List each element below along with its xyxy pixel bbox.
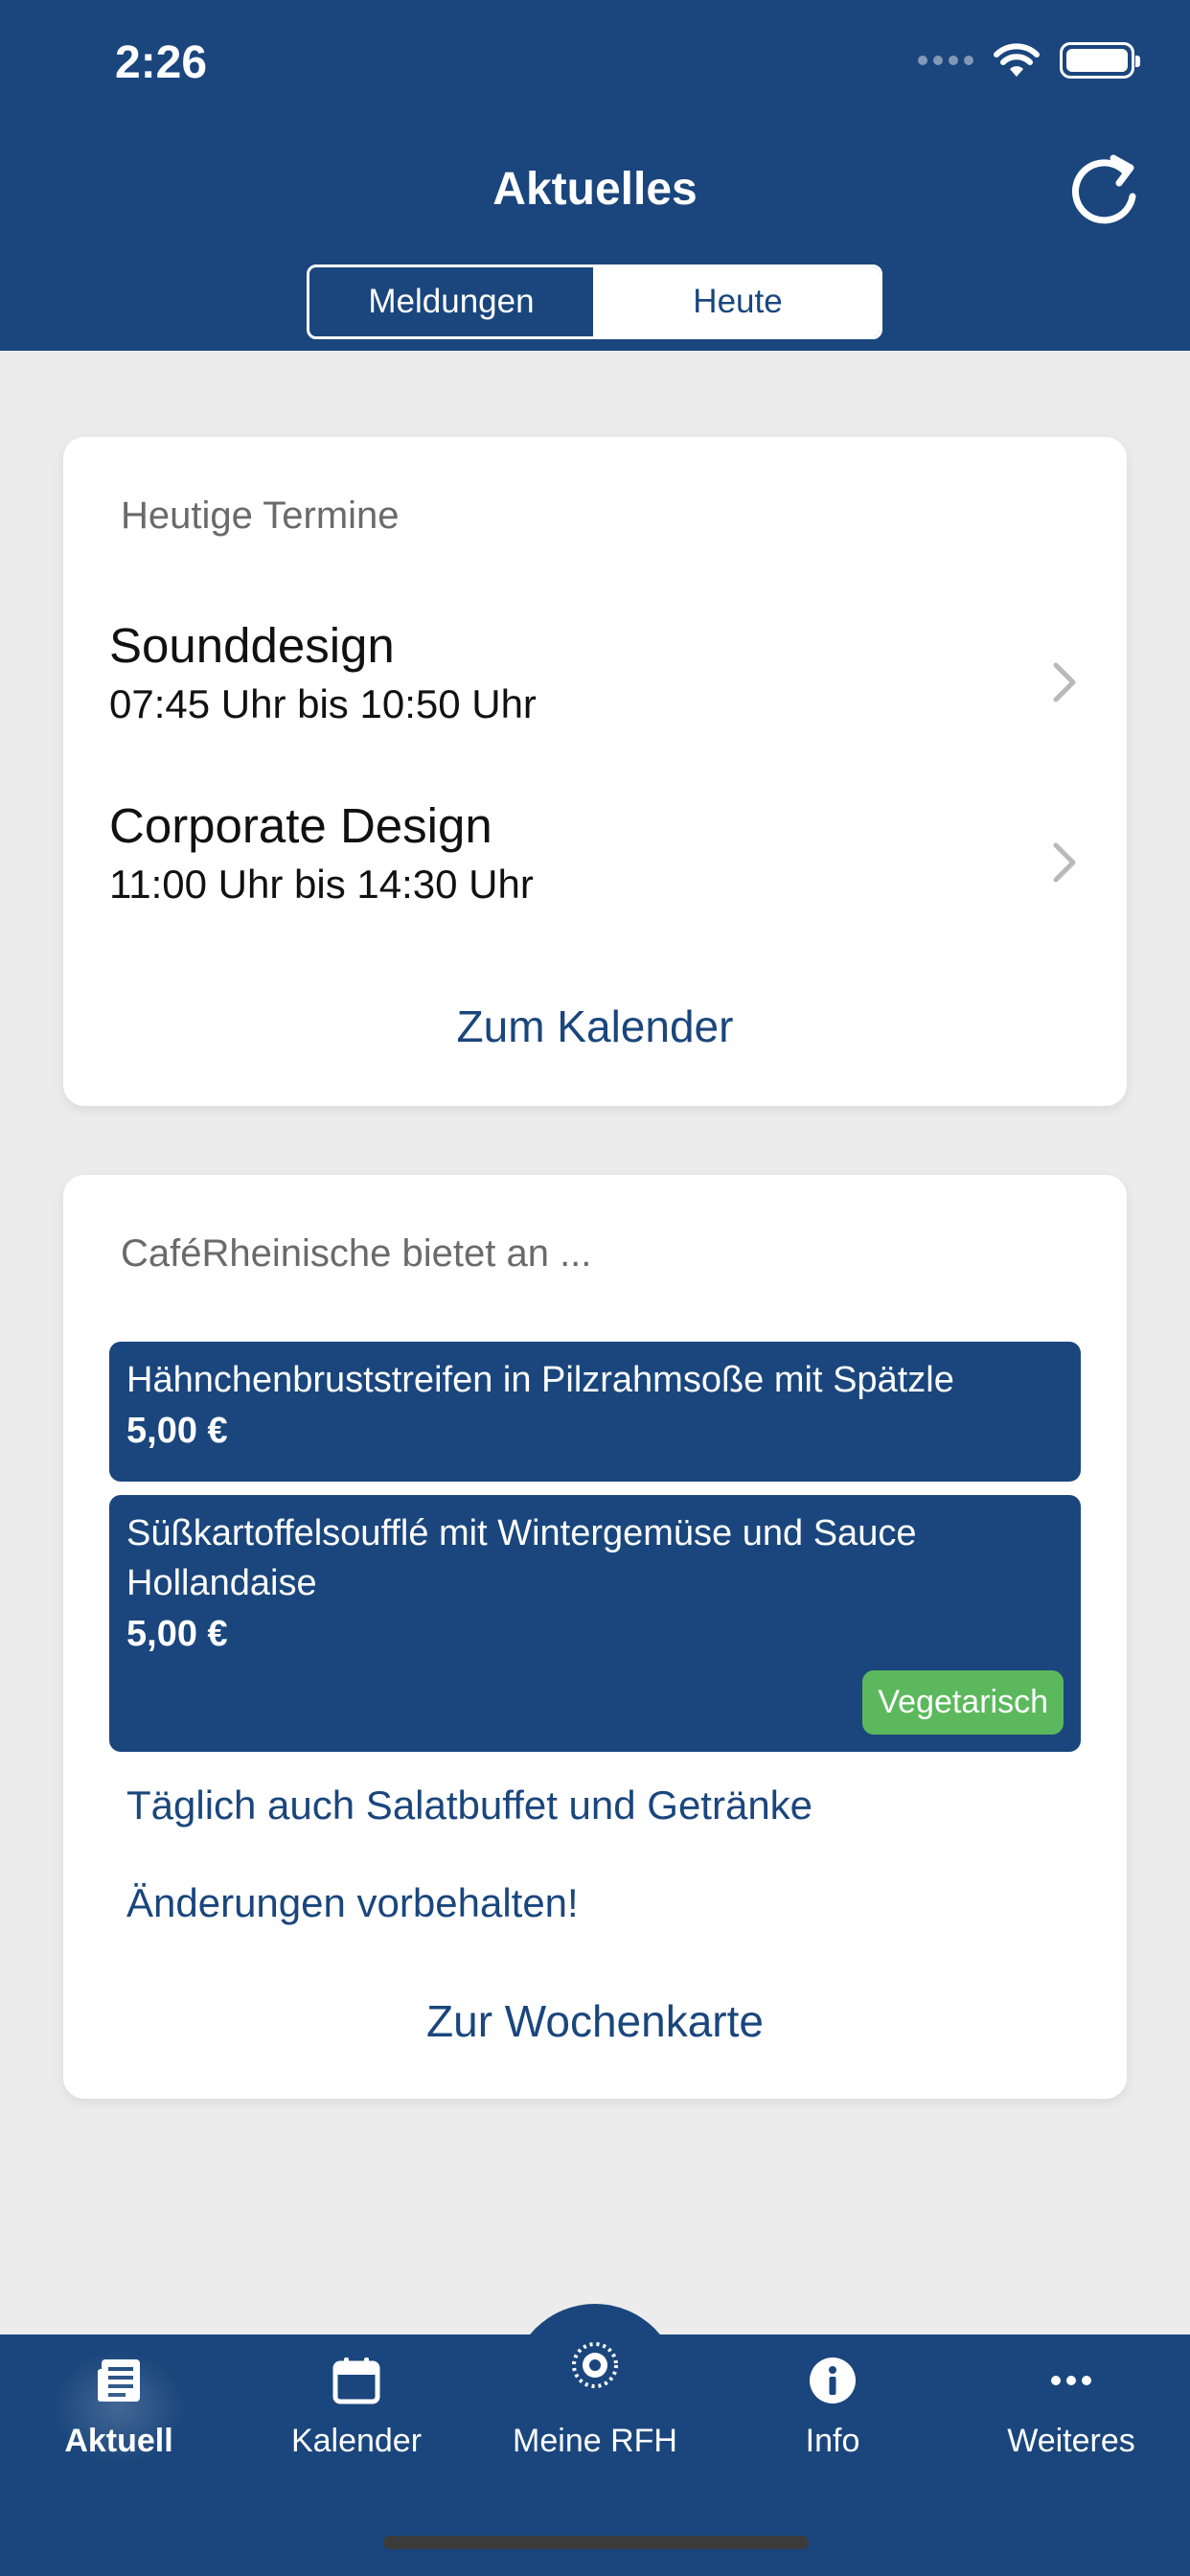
home-indicator[interactable] bbox=[383, 2536, 809, 2549]
appointment-title: Corporate Design bbox=[109, 798, 492, 853]
vegetarian-badge: Vegetarisch bbox=[862, 1670, 1064, 1735]
cafe-heading: CaféRheinische bietet an ... bbox=[121, 1232, 592, 1275]
menu-item-price: 5,00 € bbox=[126, 1411, 228, 1451]
tab-weiteres[interactable]: Weiteres bbox=[952, 2354, 1190, 2460]
cellular-signal-icon bbox=[918, 56, 973, 65]
appointment-time: 11:00 Uhr bis 14:30 Uhr bbox=[109, 862, 534, 907]
calendar-icon bbox=[332, 2358, 380, 2404]
wifi-icon bbox=[994, 43, 1040, 77]
status-icons bbox=[918, 42, 1140, 79]
page-title: Aktuelles bbox=[492, 164, 698, 215]
appointment-time: 07:45 Uhr bis 10:50 Uhr bbox=[109, 681, 537, 726]
tab-aktuell[interactable]: Aktuell bbox=[0, 2350, 238, 2465]
status-time: 2:26 bbox=[115, 37, 208, 88]
refresh-icon[interactable] bbox=[1064, 149, 1144, 229]
menu-item-name: Hähnchenbruststreifen in Pilzrahmsoße mi… bbox=[126, 1360, 954, 1400]
tab-label: Weiteres bbox=[1007, 2423, 1135, 2459]
menu-item-name: Süßkartoffelsoufflé mit Wintergemüse und… bbox=[126, 1513, 917, 1603]
tab-info[interactable]: Info bbox=[714, 2354, 951, 2460]
appointment-item[interactable]: Sounddesign 07:45 Uhr bis 10:50 Uhr bbox=[109, 617, 1098, 770]
tab-label: Kalender bbox=[290, 2423, 423, 2459]
menu-item-price: 5,00 € bbox=[126, 1614, 228, 1654]
appointment-title: Sounddesign bbox=[109, 618, 395, 673]
to-calendar-link[interactable]: Zum Kalender bbox=[63, 1000, 1127, 1052]
appointments-card: Heutige Termine Sounddesign 07:45 Uhr bi… bbox=[63, 437, 1127, 1106]
info-icon bbox=[810, 2358, 856, 2404]
app-screen: 2:26 Aktuelles Meldungen Heute Heutige T… bbox=[0, 0, 1190, 2576]
tab-label: Meine RFH bbox=[513, 2423, 677, 2459]
appointment-item[interactable]: Corporate Design 11:00 Uhr bis 14:30 Uhr bbox=[109, 797, 1098, 951]
cafe-note: Täglich auch Salatbuffet und Getränke bbox=[126, 1782, 813, 1828]
header: 2:26 Aktuelles Meldungen Heute bbox=[0, 0, 1190, 351]
menu-item: Süßkartoffelsoufflé mit Wintergemüse und… bbox=[109, 1495, 1081, 1752]
chevron-right-icon bbox=[1053, 662, 1076, 702]
segmented-control: Meldungen Heute bbox=[307, 264, 882, 339]
newspaper-icon bbox=[98, 2359, 140, 2402]
menu-item: Hähnchenbruststreifen in Pilzrahmsoße mi… bbox=[109, 1342, 1081, 1482]
cafe-note: Änderungen vorbehalten! bbox=[126, 1880, 579, 1925]
rfh-seal-icon bbox=[572, 2342, 618, 2388]
to-weekly-menu-link[interactable]: Zur Wochenkarte bbox=[63, 1995, 1127, 2047]
segment-meldungen[interactable]: Meldungen bbox=[309, 267, 596, 336]
appointments-heading: Heutige Termine bbox=[121, 494, 400, 537]
chevron-right-icon bbox=[1053, 842, 1076, 883]
segment-heute[interactable]: Heute bbox=[596, 267, 880, 336]
more-icon bbox=[1051, 2376, 1091, 2385]
tab-meine-rfh[interactable]: Meine RFH bbox=[476, 2342, 714, 2460]
battery-icon bbox=[1060, 42, 1140, 79]
tab-kalender[interactable]: Kalender bbox=[238, 2354, 475, 2460]
cafe-card: CaféRheinische bietet an ... Hähnchenbru… bbox=[63, 1175, 1127, 2099]
tab-label: Aktuell bbox=[64, 2423, 173, 2459]
tab-label: Info bbox=[805, 2423, 860, 2459]
